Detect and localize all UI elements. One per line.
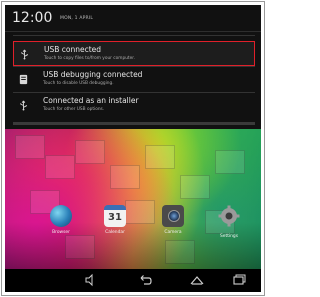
back-icon[interactable] xyxy=(137,273,153,287)
app-settings[interactable]: Settings xyxy=(211,205,247,239)
navigation-bar xyxy=(5,269,261,292)
volume-icon[interactable] xyxy=(83,273,99,287)
notification-subtitle: Touch for other USB options. xyxy=(43,107,105,112)
camera-icon xyxy=(162,205,184,227)
gear-icon xyxy=(218,205,240,227)
screenshot-frame: 12:00 MON, 1 APRIL USB connected Touch t… xyxy=(1,1,265,296)
app-label: Browser xyxy=(52,230,70,235)
calendar-badge: 31 xyxy=(108,212,122,223)
app-calendar[interactable]: 31 Calendar xyxy=(97,205,133,235)
notification-title: Connected as an installer xyxy=(43,96,139,105)
status-row: 12:00 MON, 1 APRIL xyxy=(5,5,261,32)
app-camera[interactable]: Camera xyxy=(155,205,191,235)
notification-subtitle: Touch to disable USB debugging. xyxy=(43,81,114,86)
device-screen: 12:00 MON, 1 APRIL USB connected Touch t… xyxy=(5,5,261,292)
usb-icon xyxy=(21,49,28,60)
shade-drag-handle[interactable] xyxy=(13,122,255,125)
app-browser[interactable]: Browser xyxy=(43,205,79,235)
clock: 12:00 xyxy=(12,10,53,26)
home-icon[interactable] xyxy=(189,273,205,287)
notification-usb-connected[interactable]: USB connected Touch to copy files to/fro… xyxy=(13,41,255,66)
notification-connected-installer[interactable]: Connected as an installer Touch for othe… xyxy=(13,93,255,118)
usb-icon xyxy=(20,100,27,111)
notification-title: USB debugging connected xyxy=(43,70,143,79)
app-label: Camera xyxy=(164,230,182,235)
date: MON, 1 APRIL xyxy=(60,16,94,21)
notification-subtitle: Touch to copy files to/from your compute… xyxy=(44,56,136,61)
notification-usb-debugging[interactable]: USB debugging connected Touch to disable… xyxy=(13,67,255,92)
notification-title: USB connected xyxy=(44,45,102,54)
app-label: Settings xyxy=(219,234,238,239)
notification-shade: 12:00 MON, 1 APRIL USB connected Touch t… xyxy=(5,5,261,129)
recents-icon[interactable] xyxy=(231,273,247,287)
app-label: Calendar xyxy=(105,230,125,235)
calendar-icon: 31 xyxy=(104,205,126,227)
globe-icon xyxy=(50,205,72,227)
debug-icon xyxy=(19,74,28,85)
